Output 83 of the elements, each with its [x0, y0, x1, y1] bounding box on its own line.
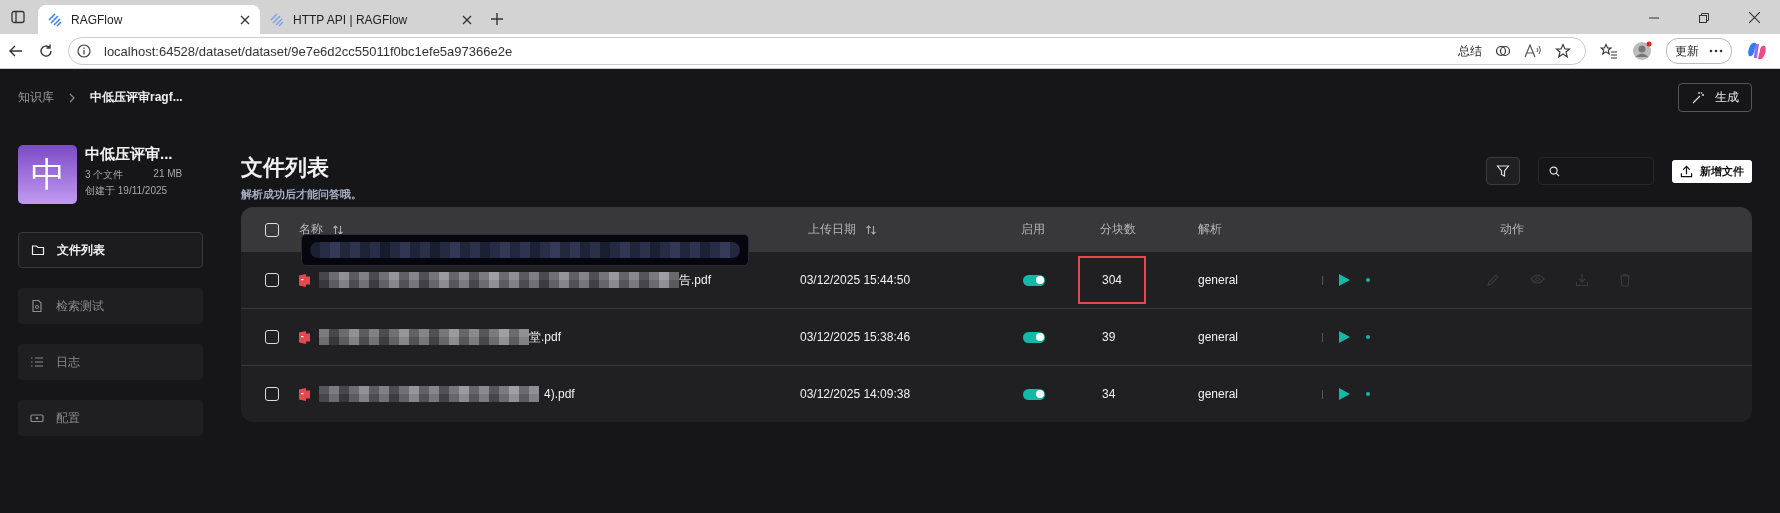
magic-wand-icon — [1691, 90, 1705, 105]
parser-name: general — [1198, 330, 1239, 344]
sidebar-item[interactable]: 检索测试 — [18, 288, 203, 324]
enable-toggle[interactable] — [1023, 274, 1045, 286]
play-icon[interactable] — [1339, 388, 1350, 400]
close-icon[interactable] — [1749, 12, 1760, 23]
sidebar-item[interactable]: 文件列表 — [18, 232, 203, 268]
reload-icon[interactable] — [38, 43, 54, 59]
browser-tab[interactable]: HTTP API | RAGFlow — [260, 5, 482, 34]
restore-icon[interactable] — [1699, 13, 1709, 23]
parser-name: general — [1198, 273, 1239, 287]
sort-icon[interactable] — [865, 223, 877, 236]
upload-date: 03/12/2025 15:44:50 — [800, 273, 911, 287]
browser-tab[interactable]: RAGFlow — [38, 5, 260, 34]
sort-icon[interactable] — [332, 223, 344, 236]
search-field[interactable] — [1538, 157, 1654, 185]
pdf-file-icon — [299, 387, 310, 401]
summarize-button[interactable]: 总结 — [1458, 42, 1482, 60]
enable-toggle[interactable] — [1023, 388, 1045, 400]
new-tab-icon[interactable] — [490, 12, 504, 26]
status-dot-icon — [1366, 335, 1370, 339]
page-title: 文件列表 — [241, 154, 330, 182]
chevron-right-icon — [68, 92, 76, 103]
breadcrumb-current: 中低压评审ragf... — [90, 89, 183, 106]
row-checkbox[interactable] — [265, 273, 279, 287]
column-header: 解析 — [1198, 221, 1222, 238]
filter-icon — [1496, 164, 1510, 178]
column-header[interactable]: 名称 — [299, 221, 323, 238]
close-icon[interactable] — [240, 14, 250, 25]
page-subtitle: 解析成功后才能问答哦。 — [241, 187, 362, 202]
chunk-count: 304 — [1078, 256, 1147, 304]
sidebar-item[interactable]: 日志 — [18, 344, 203, 380]
status-dot-icon — [1366, 392, 1370, 396]
file-name[interactable]: 4).pdf — [544, 387, 575, 401]
search-icon — [1549, 165, 1560, 177]
close-icon[interactable] — [462, 14, 472, 25]
settings-icon — [30, 411, 44, 425]
upload-date: 03/12/2025 14:09:38 — [800, 387, 911, 401]
column-header: 启用 — [1021, 221, 1045, 238]
select-all-checkbox[interactable] — [265, 222, 279, 237]
created-date: 创建于 19/11/2025 — [85, 184, 169, 198]
favorites-icon[interactable] — [1600, 43, 1618, 59]
breadcrumb-link[interactable]: 知识库 — [18, 89, 54, 106]
profile-avatar-icon[interactable] — [1632, 41, 1652, 61]
chunk-count: 39 — [1101, 329, 1117, 346]
chunk-count: 34 — [1101, 386, 1117, 403]
stripes-icon — [48, 12, 62, 27]
dataset-avatar: 中 — [18, 145, 77, 204]
info-icon — [77, 44, 91, 58]
play-icon[interactable] — [1339, 331, 1350, 343]
file-count: 3 个文件 — [85, 168, 124, 182]
upload-file-button[interactable]: 新增文件 — [1672, 159, 1752, 183]
row-checkbox[interactable] — [265, 387, 279, 401]
parser-name: general — [1198, 387, 1239, 401]
column-header: 分块数 — [1100, 221, 1136, 238]
pdf-file-icon — [299, 330, 310, 344]
row-checkbox[interactable] — [265, 330, 279, 344]
back-icon[interactable] — [8, 43, 24, 59]
update-button[interactable]: 更新 — [1666, 38, 1732, 64]
stripes-icon — [270, 12, 284, 27]
filter-button[interactable] — [1486, 157, 1520, 185]
sidebar-toggle-icon[interactable] — [10, 9, 26, 25]
copilot-icon[interactable] — [1746, 40, 1768, 62]
generate-button[interactable]: 生成 — [1678, 83, 1752, 112]
column-header: 动作 — [1500, 221, 1524, 238]
folder-icon — [31, 243, 45, 257]
sidebar-item[interactable]: 配置 — [18, 400, 203, 436]
upload-icon — [1680, 164, 1693, 178]
star-icon[interactable] — [1555, 43, 1571, 59]
dataset-size: 21 MB — [153, 168, 183, 181]
file-name[interactable]: 告.pdf — [679, 271, 711, 289]
column-header[interactable]: 上传日期 — [808, 221, 856, 238]
enable-toggle[interactable] — [1023, 331, 1045, 343]
upload-date: 03/12/2025 15:38:46 — [800, 330, 911, 344]
file-name[interactable]: 堂.pdf — [529, 328, 561, 346]
more-icon — [1709, 49, 1723, 53]
play-icon[interactable] — [1339, 274, 1350, 286]
list-icon — [30, 355, 44, 369]
file-search-icon — [30, 299, 44, 313]
status-dot-icon — [1366, 278, 1370, 282]
dataset-name: 中低压评审... — [85, 145, 174, 164]
read-aloud-icon[interactable] — [1524, 43, 1542, 59]
pdf-file-icon — [299, 273, 310, 287]
